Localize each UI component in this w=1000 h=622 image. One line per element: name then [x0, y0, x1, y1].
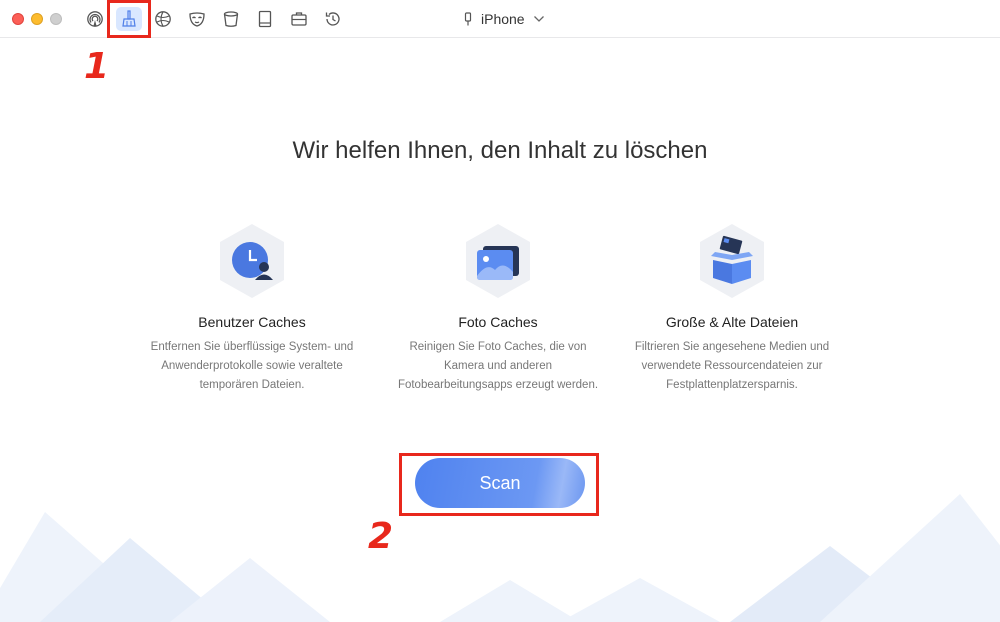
airdrop-icon	[87, 11, 103, 27]
feature-title: Benutzer Caches	[198, 314, 306, 330]
feature-description: Filtrieren Sie angesehene Medien und ver…	[634, 341, 830, 391]
feature-title: Foto Caches	[458, 314, 538, 330]
history-icon	[325, 12, 340, 26]
feature-title: Große & Alte Dateien	[665, 314, 799, 330]
user-clock-icon	[220, 224, 284, 298]
feature-user-caches: Benutzer Caches Entfernen Sie überflüssi…	[142, 222, 362, 395]
open-box-icon	[700, 224, 764, 298]
feature-description: Entfernen Sie überflüssige System- und A…	[150, 341, 354, 391]
tool-history[interactable]	[320, 7, 346, 31]
tool-book[interactable]	[252, 7, 278, 31]
annotation-step-1: 1	[84, 46, 110, 87]
annotation-box-step-1	[107, 0, 151, 38]
page-headline: Wir helfen Ihnen, den Inhalt zu löschen	[292, 137, 708, 164]
privacy-mask-icon	[189, 12, 205, 27]
tool-airdrop[interactable]	[82, 7, 108, 31]
feature-large-old-files: Große & Alte Dateien Filtrieren Sie ange…	[622, 222, 842, 395]
trash-bin-icon	[223, 11, 239, 27]
browser-icon	[155, 11, 171, 27]
annotation-step-2: 2	[368, 516, 394, 557]
feature-photo-caches: Foto Caches Reinigen Sie Foto Caches, di…	[388, 222, 608, 395]
zoom-window-button[interactable]	[50, 13, 62, 25]
annotation-box-step-2	[399, 453, 599, 516]
photo-icon	[466, 224, 530, 298]
device-selector[interactable]: iPhone	[463, 10, 545, 28]
tool-briefcase[interactable]	[286, 7, 312, 31]
book-icon	[258, 10, 272, 28]
feature-description: Reinigen Sie Foto Caches, die von Kamera…	[397, 341, 599, 391]
tool-browser[interactable]	[150, 7, 176, 31]
chevron-down-icon	[533, 16, 544, 22]
briefcase-icon	[291, 12, 307, 26]
device-name: iPhone	[481, 11, 525, 27]
tool-privacy[interactable]	[184, 7, 210, 31]
close-window-button[interactable]	[12, 13, 24, 25]
tool-trash[interactable]	[218, 7, 244, 31]
minimize-window-button[interactable]	[31, 13, 43, 25]
phone-cable-icon	[464, 12, 472, 26]
